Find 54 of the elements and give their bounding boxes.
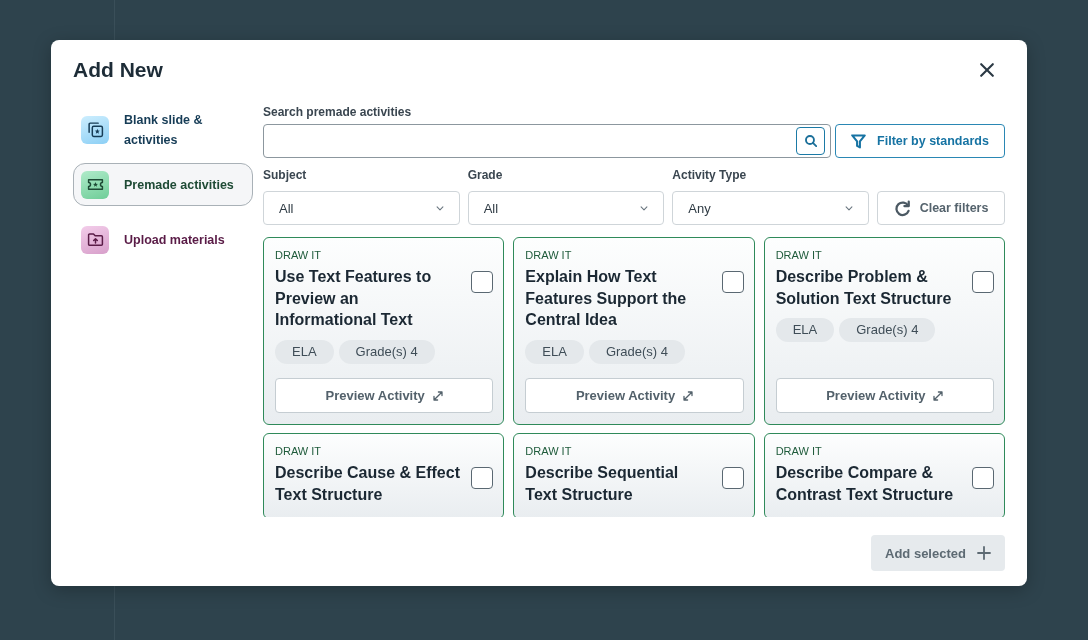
diagonal-arrows-icon (933, 390, 944, 401)
tag: ELA (275, 339, 334, 364)
activity-type: DRAW IT (275, 248, 322, 262)
diagonal-arrows-icon (432, 390, 443, 401)
activity-title: Describe Compare & Contrast Text Structure (775, 463, 955, 505)
checkbox[interactable] (972, 467, 994, 489)
activity-title: Use Text Features to Preview an Informational Text (275, 267, 433, 330)
dialog-title: Add New (73, 58, 163, 82)
activity-type: DRAW IT (525, 248, 572, 262)
preview-button[interactable]: Preview Activity (525, 378, 744, 413)
search-icon (804, 135, 817, 147)
field-label: Search premade activities (263, 105, 412, 120)
checkbox[interactable] (471, 467, 494, 489)
dropdown[interactable]: Any (672, 191, 869, 225)
tag: Grade(s) 4 (839, 318, 936, 342)
activity-title: Describe Problem & Solution Text Structure (775, 267, 953, 309)
checkbox[interactable] (972, 271, 994, 293)
dropdown[interactable]: All (263, 191, 460, 225)
plus-icon (976, 546, 991, 560)
tag: Grade(s) 4 (338, 339, 435, 364)
preview-button[interactable]: Preview Activity (775, 378, 994, 413)
refresh-icon (893, 199, 911, 217)
activity-type: DRAW IT (775, 248, 822, 262)
search-button[interactable] (796, 127, 825, 155)
tag: ELA (775, 318, 835, 342)
activity-type: DRAW IT (275, 444, 322, 458)
dropdown[interactable]: All (467, 191, 665, 225)
chevron-down-icon (845, 205, 853, 211)
field-label: Activity Type (672, 168, 747, 183)
checkbox[interactable] (721, 271, 744, 293)
field-label: Subject (263, 168, 307, 183)
tag: Grade(s) 4 (588, 339, 686, 364)
activity-type: DRAW IT (775, 444, 822, 458)
sidebar-item[interactable]: Blank slide & activities (73, 108, 253, 151)
clear-filters-button[interactable]: Clear filters (877, 191, 1005, 225)
activity-title: Explain How Text Features Support the Central Idea (525, 267, 688, 330)
sidebar-item[interactable]: Premade activities (73, 163, 253, 206)
close-icon (980, 63, 994, 77)
filter-button[interactable]: Filter by standards (835, 124, 1005, 158)
checkbox[interactable] (721, 467, 744, 489)
tag: ELA (525, 339, 584, 364)
preview-button[interactable]: Preview Activity (275, 378, 494, 413)
activity-title: Describe Cause & Effect Text Structure (275, 463, 461, 505)
activity-title: Describe Sequential Text Structure (525, 463, 680, 505)
diagonal-arrows-icon (683, 390, 694, 401)
activity-type: DRAW IT (525, 444, 572, 458)
chevron-down-icon (435, 205, 444, 211)
checkbox[interactable] (471, 271, 494, 293)
field-label: Grade (467, 168, 503, 183)
folder-upload-icon (81, 225, 109, 254)
chevron-down-icon (640, 205, 649, 211)
search-field[interactable] (263, 124, 831, 158)
funnel-icon (851, 133, 867, 149)
sidebar-item[interactable]: Upload materials (73, 218, 253, 261)
